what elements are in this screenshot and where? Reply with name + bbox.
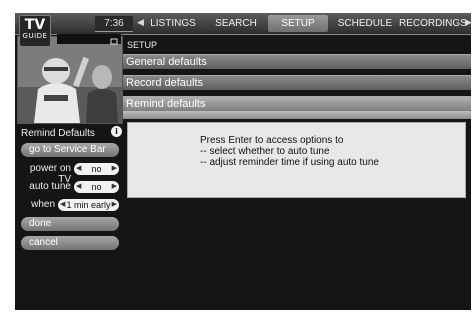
auto-tune-selector[interactable]: ◀ no ▶ <box>74 181 119 193</box>
when-selector[interactable]: ◀ 1 min early ▶ <box>58 199 119 211</box>
section-label: SETUP <box>127 40 158 50</box>
guide-screen: 7:36 ◀ LISTINGS SEARCH SETUP SCHEDULE RE… <box>15 13 471 310</box>
menu-general-defaults[interactable]: General defaults <box>123 54 471 69</box>
top-nav-bar: 7:36 ◀ LISTINGS SEARCH SETUP SCHEDULE RE… <box>15 13 471 35</box>
info-line: Press Enter to access options to <box>200 135 344 146</box>
info-line: -- select whether to auto tune <box>200 146 330 157</box>
logo-guide-text: GUIDE <box>22 32 48 40</box>
chevron-left-icon[interactable]: ◀ <box>60 199 65 211</box>
tab-setup[interactable]: SETUP <box>268 15 328 32</box>
chevron-right-icon[interactable]: ▶ <box>112 199 117 211</box>
live-tv-thumbnail[interactable] <box>17 36 123 124</box>
info-icon: i <box>111 126 122 137</box>
tab-recordings[interactable]: RECORDINGS <box>399 13 467 34</box>
when-value: 1 min early <box>66 200 111 210</box>
chevron-left-icon[interactable]: ◀ <box>76 163 81 175</box>
tab-listings[interactable]: LISTINGS <box>143 13 203 34</box>
tab-search[interactable]: SEARCH <box>208 13 264 34</box>
info-panel: Press Enter to access options to -- sele… <box>127 122 466 198</box>
chevron-right-icon[interactable]: ▶ <box>112 163 117 175</box>
info-panel-text: Press Enter to access options to -- sele… <box>200 135 379 168</box>
football-player-image <box>18 37 122 123</box>
go-to-service-bar-button[interactable]: go to Service Bar <box>21 143 119 157</box>
done-button[interactable]: done <box>21 217 119 231</box>
chevron-left-icon[interactable]: ◀ <box>76 181 81 193</box>
thumbnail-tab <box>57 34 121 45</box>
clock: 7:36 <box>95 16 133 32</box>
auto-tune-label: auto tune <box>29 181 71 192</box>
menu-remind-defaults[interactable]: Remind defaults <box>123 96 471 111</box>
tab-schedule[interactable]: SCHEDULE <box>335 13 395 34</box>
nav-right-arrow-icon[interactable]: ▶ <box>465 17 471 28</box>
logo-tv-text: TV <box>24 17 46 33</box>
menu-title: Remind Defaults <box>21 128 95 139</box>
power-on-tv-value: no <box>91 164 102 174</box>
when-label: when <box>31 199 55 210</box>
remind-defaults-menu: Remind Defaults i go to Service Bar powe… <box>17 123 123 308</box>
tv-guide-logo: TV GUIDE <box>19 15 51 47</box>
menu-divider <box>123 111 471 119</box>
chevron-right-icon[interactable]: ▶ <box>112 181 117 193</box>
power-on-tv-selector[interactable]: ◀ no ▶ <box>74 163 119 175</box>
info-line: -- adjust reminder time if using auto tu… <box>200 157 379 168</box>
auto-tune-value: no <box>91 182 102 192</box>
expand-icon <box>110 38 118 45</box>
cancel-button[interactable]: cancel <box>21 236 119 250</box>
menu-record-defaults[interactable]: Record defaults <box>123 75 471 90</box>
